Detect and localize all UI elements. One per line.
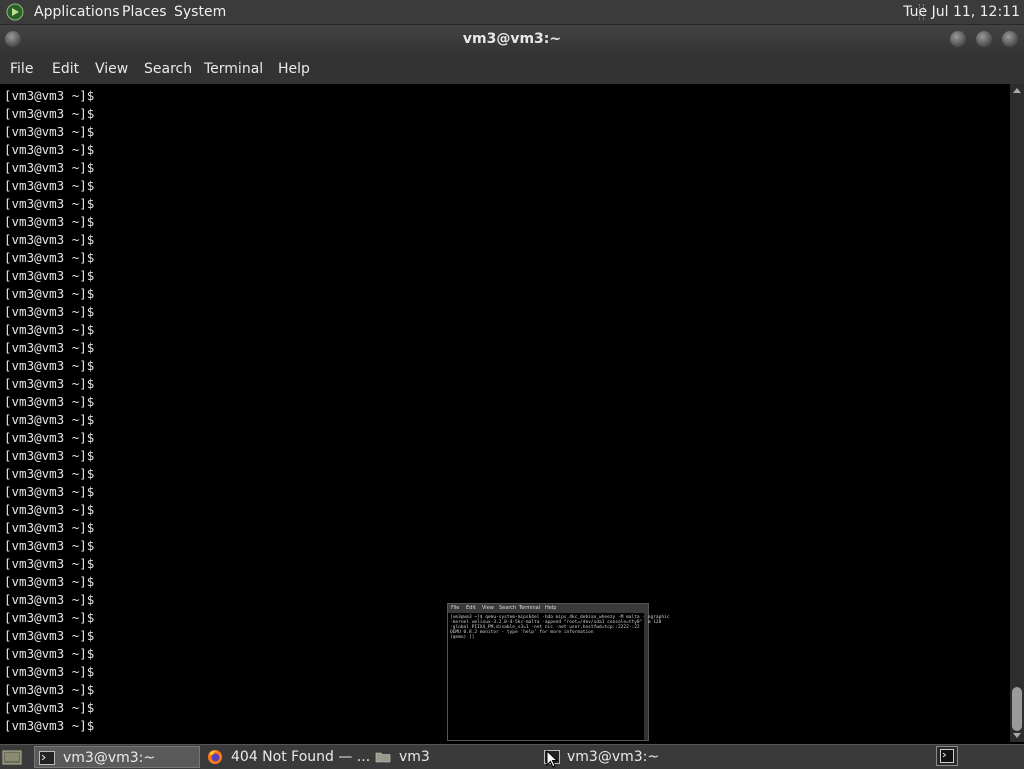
taskbar-task-firefox[interactable]: 404 Not Found — ...: [204, 746, 370, 768]
scroll-up-icon[interactable]: [1013, 88, 1021, 93]
terminal-line: [vm3@vm3 ~]$: [4, 430, 95, 445]
terminal-line: [vm3@vm3 ~]$: [4, 304, 95, 319]
terminal-line: [vm3@vm3 ~]$: [4, 322, 95, 337]
terminal-line: [vm3@vm3 ~]$: [4, 358, 95, 373]
task-label: vm3@vm3:~: [63, 750, 156, 766]
preview-menu-file: File: [451, 605, 460, 611]
terminal-scrollbar[interactable]: [1010, 84, 1024, 742]
terminal-line: [vm3@vm3 ~]$: [4, 124, 95, 139]
terminal-line: [vm3@vm3 ~]$: [4, 718, 95, 733]
terminal-line: [vm3@vm3 ~]$: [4, 286, 95, 301]
terminal-line: [vm3@vm3 ~]$: [4, 448, 95, 463]
window-title: vm3@vm3:~: [462, 31, 562, 47]
terminal-line: [vm3@vm3 ~]$: [4, 538, 95, 553]
terminal-menubar: File Edit View Search Terminal Help: [0, 54, 1024, 84]
window-titlebar[interactable]: vm3@vm3:~: [0, 25, 1024, 54]
menu-help[interactable]: Help: [278, 61, 310, 77]
minimize-button[interactable]: [950, 31, 966, 47]
terminal-icon: [940, 749, 954, 763]
terminal-line: [vm3@vm3 ~]$: [4, 340, 95, 355]
terminal-line: [vm3@vm3 ~]$: [4, 232, 95, 247]
terminal-line: [vm3@vm3 ~]$: [4, 142, 95, 157]
preview-menu-view: View: [482, 605, 494, 611]
bottom-taskbar: vm3@vm3:~ 404 Not Found — ... vm3 vm3@vm…: [0, 744, 1024, 769]
close-button[interactable]: [1002, 31, 1018, 47]
terminal-line: [vm3@vm3 ~]$: [4, 646, 95, 661]
terminal-line: [vm3@vm3 ~]$: [4, 502, 95, 517]
scroll-down-icon[interactable]: [1013, 733, 1021, 738]
task-label: vm3: [399, 749, 430, 765]
terminal-line: [vm3@vm3 ~]$: [4, 178, 95, 193]
terminal-line: [vm3@vm3 ~]$: [4, 376, 95, 391]
terminal-line: [vm3@vm3 ~]$: [4, 250, 95, 265]
folder-icon: [375, 752, 391, 763]
workspace-switcher[interactable]: [936, 746, 958, 766]
preview-menu-help: Help: [545, 605, 557, 611]
terminal-line: [vm3@vm3 ~]$: [4, 268, 95, 283]
terminal-line: [vm3@vm3 ~]$: [4, 520, 95, 535]
terminal-line: [vm3@vm3 ~]$: [4, 664, 95, 679]
terminal-line: [vm3@vm3 ~]$: [4, 610, 95, 625]
menu-view[interactable]: View: [95, 61, 128, 77]
terminal-line: [vm3@vm3 ~]$: [4, 682, 95, 697]
top-panel: Applications Places System Tue Jul 11, 1…: [0, 0, 1024, 25]
preview-menu-edit: Edit: [466, 605, 476, 611]
terminal-line: [vm3@vm3 ~]$: [4, 214, 95, 229]
places-menu[interactable]: Places: [122, 4, 167, 20]
task-label: 404 Not Found — ...: [231, 749, 371, 765]
task-label: vm3@vm3:~: [567, 749, 660, 765]
system-menu[interactable]: System: [174, 4, 226, 20]
applications-menu[interactable]: Applications: [34, 4, 120, 20]
maximize-button[interactable]: [976, 31, 992, 47]
taskbar-task-terminal[interactable]: vm3@vm3:~: [540, 746, 706, 768]
preview-menu-terminal: Terminal: [519, 605, 541, 611]
preview-menu-search: Search: [499, 605, 517, 611]
preview-menubar: File Edit View Search Terminal Help: [448, 604, 648, 613]
terminal-line: [vm3@vm3 ~]$: [4, 592, 95, 607]
applications-icon[interactable]: [6, 3, 24, 21]
mouse-cursor-icon: [546, 750, 558, 768]
menu-terminal[interactable]: Terminal: [204, 61, 263, 77]
terminal-line: [vm3@vm3 ~]$: [4, 412, 95, 427]
terminal-line: [vm3@vm3 ~]$: [4, 574, 95, 589]
firefox-icon: [208, 750, 222, 764]
terminal-line: [vm3@vm3 ~]$: [4, 466, 95, 481]
clock[interactable]: Tue Jul 11, 12:11: [903, 4, 1020, 20]
taskbar-task-folder[interactable]: vm3: [372, 746, 538, 768]
scrollbar-thumb[interactable]: [1012, 687, 1022, 731]
terminal-line: [vm3@vm3 ~]$: [4, 484, 95, 499]
menu-edit[interactable]: Edit: [52, 61, 79, 77]
preview-scrollbar: [644, 613, 648, 740]
terminal-line: [vm3@vm3 ~]$: [4, 106, 95, 121]
terminal-line: [vm3@vm3 ~]$: [4, 160, 95, 175]
window-preview-thumbnail[interactable]: File Edit View Search Terminal Help [vm3…: [447, 603, 669, 741]
preview-line: (qemu) []: [450, 635, 475, 640]
terminal-line: [vm3@vm3 ~]$: [4, 556, 95, 571]
menu-file[interactable]: File: [10, 61, 33, 77]
taskbar-task-terminal-active[interactable]: vm3@vm3:~: [34, 746, 200, 768]
show-desktop-icon[interactable]: [2, 748, 22, 766]
menu-search[interactable]: Search: [144, 61, 192, 77]
terminal-line: [vm3@vm3 ~]$: [4, 394, 95, 409]
terminal-line: [vm3@vm3 ~]$: [4, 88, 95, 103]
terminal-icon: [39, 751, 55, 765]
terminal-line: [vm3@vm3 ~]$: [4, 700, 95, 715]
terminal-line: [vm3@vm3 ~]$: [4, 628, 95, 643]
terminal-line: [vm3@vm3 ~]$: [4, 196, 95, 211]
